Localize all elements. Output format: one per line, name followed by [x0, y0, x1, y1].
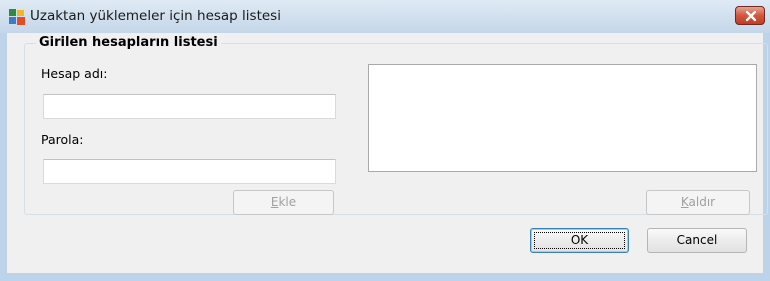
title-bar[interactable]: Uzaktan yüklemeler için hesap listesi — [0, 0, 770, 33]
remove-button-label-end: aldır — [688, 195, 716, 209]
close-x-icon — [745, 10, 757, 22]
password-label: Parola: — [41, 132, 84, 147]
close-button[interactable] — [735, 6, 765, 25]
dialog-body: Girilen hesapların listesi Hesap adı: Pa… — [7, 33, 768, 273]
add-button[interactable]: Ekle — [233, 190, 334, 215]
password-input[interactable] — [43, 159, 336, 184]
accounts-groupbox: Girilen hesapların listesi Hesap adı: Pa… — [24, 35, 768, 215]
avg-logo-icon — [9, 9, 25, 25]
accounts-listbox[interactable] — [368, 64, 757, 172]
remove-button[interactable]: Kaldır — [646, 190, 750, 215]
remove-button-mnemonic: K — [680, 195, 689, 209]
account-name-input[interactable] — [43, 94, 336, 119]
window-title: Uzaktan yüklemeler için hesap listesi — [30, 8, 281, 24]
ok-button-label: OK — [570, 233, 589, 247]
groupbox-title: Girilen hesapların listesi — [36, 35, 221, 50]
dialog-window: Uzaktan yüklemeler için hesap listesi Gi… — [0, 0, 770, 281]
cancel-button-label: Cancel — [676, 233, 718, 247]
add-button-label-end: kle — [278, 195, 297, 209]
account-name-label: Hesap adı: — [41, 66, 108, 81]
ok-button[interactable]: OK — [530, 228, 629, 253]
cancel-button[interactable]: Cancel — [647, 228, 747, 253]
